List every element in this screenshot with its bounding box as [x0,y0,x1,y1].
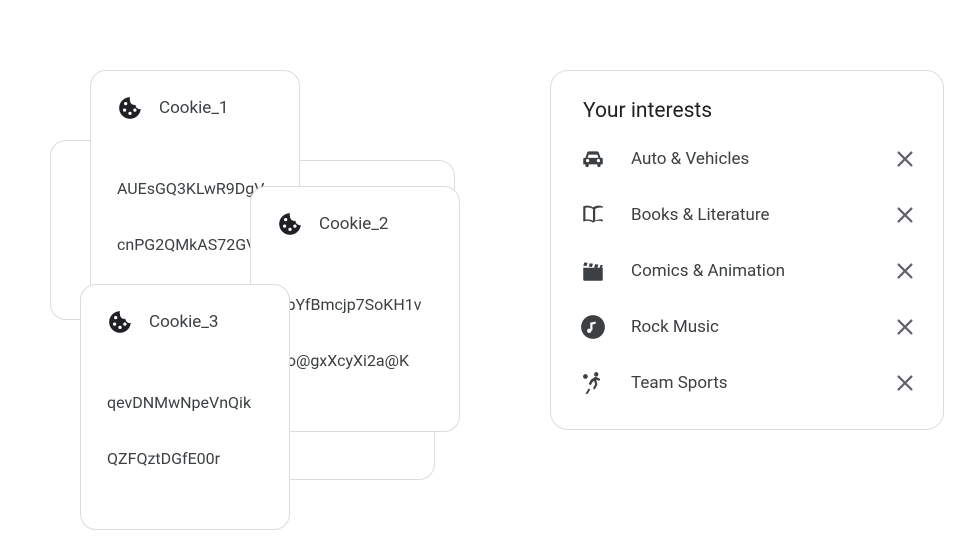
cookie-stack: Cookie_1 AUEsGQ3KLwR9DgV cnPG2QMkAS72GV … [50,70,460,480]
cookie-title: Cookie_2 [319,214,388,234]
clapperboard-icon [579,257,607,285]
cookie-value-line: SbYfBmcjp7SoKH1v [277,291,433,319]
interest-row-comics: Comics & Animation [579,243,919,299]
close-icon [894,204,916,226]
close-icon [894,260,916,282]
interest-row-books: Books & Literature [579,187,919,243]
interests-title: Your interests [583,99,919,123]
interest-label: Comics & Animation [631,261,867,281]
remove-interest-button[interactable] [891,201,919,229]
remove-interest-button[interactable] [891,257,919,285]
car-icon [579,145,607,173]
cookie-card-3: Cookie_3 qevDNMwNpeVnQik QZFQztDGfE00r [80,284,290,530]
cookie-icon [277,211,303,237]
cookie-value-line: Vo@gxXcyXi2a@K [277,347,433,375]
cookie-value: qevDNMwNpeVnQik QZFQztDGfE00r [107,361,263,501]
cookie-value: SbYfBmcjp7SoKH1v Vo@gxXcyXi2a@K [277,263,433,403]
close-icon [894,372,916,394]
remove-interest-button[interactable] [891,313,919,341]
interest-label: Rock Music [631,317,867,337]
cookie-title: Cookie_3 [149,312,218,332]
music-note-icon [579,313,607,341]
sports-icon [579,369,607,397]
interest-row-sports: Team Sports [579,355,919,411]
interest-label: Books & Literature [631,205,867,225]
cookie-title: Cookie_1 [159,98,228,118]
interest-label: Team Sports [631,373,867,393]
remove-interest-button[interactable] [891,145,919,173]
book-icon [579,201,607,229]
cookie-icon [117,95,143,121]
cookie-value-line: QZFQztDGfE00r [107,445,263,473]
remove-interest-button[interactable] [891,369,919,397]
close-icon [894,148,916,170]
interests-panel: Your interests Auto & Vehicles Books & L… [550,70,944,430]
interest-label: Auto & Vehicles [631,149,867,169]
cookie-icon [107,309,133,335]
close-icon [894,316,916,338]
interest-row-auto: Auto & Vehicles [579,131,919,187]
interest-row-music: Rock Music [579,299,919,355]
cookie-value-line: qevDNMwNpeVnQik [107,389,263,417]
